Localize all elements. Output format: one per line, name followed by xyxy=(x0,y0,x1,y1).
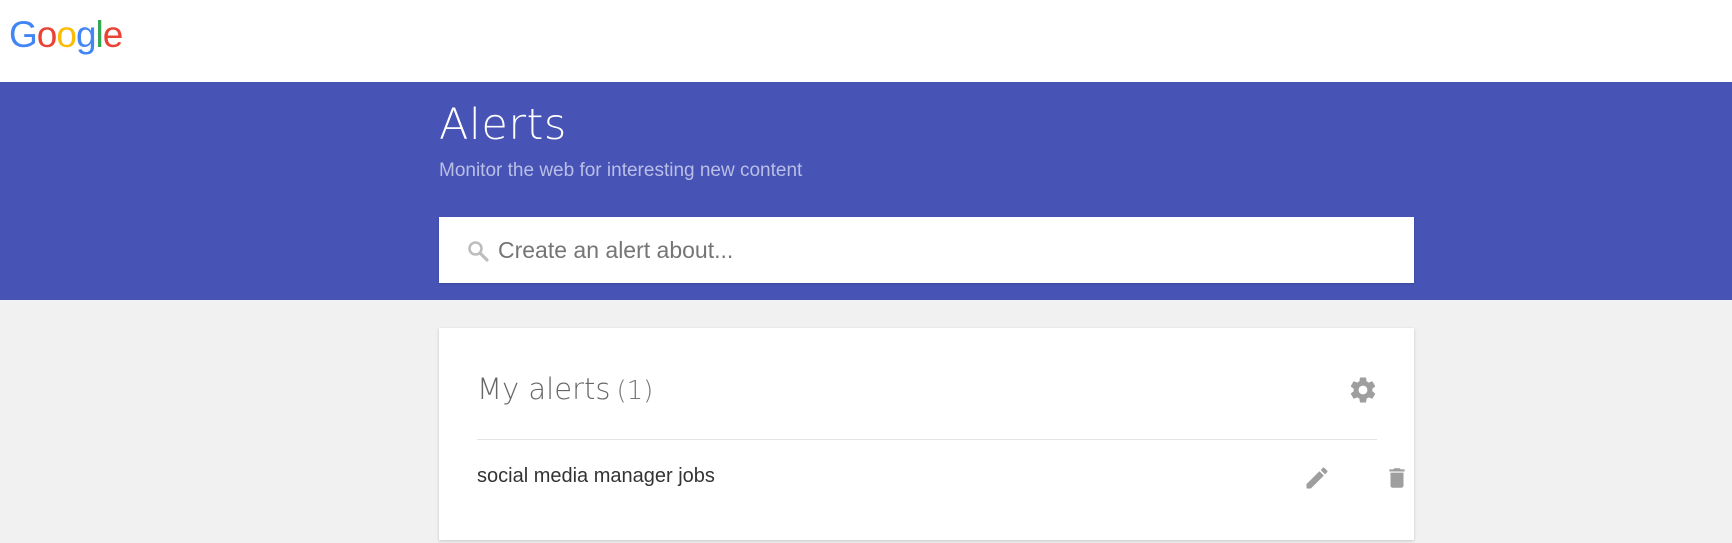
gear-icon[interactable] xyxy=(1348,375,1378,405)
page-title: Alerts xyxy=(439,100,567,150)
trash-icon[interactable] xyxy=(1384,464,1410,492)
create-alert-input[interactable] xyxy=(498,217,1398,283)
alerts-count: (1) xyxy=(616,376,654,406)
pencil-icon[interactable] xyxy=(1303,464,1331,492)
create-alert-search-box[interactable] xyxy=(439,217,1414,283)
logo-letter: l xyxy=(95,14,104,55)
my-alerts-card: My alerts (1) social media manager jobs xyxy=(439,328,1414,540)
logo-letter: G xyxy=(9,14,38,55)
top-bar: Google xyxy=(0,0,1732,82)
logo-letter: g xyxy=(75,14,97,55)
logo-letter: e xyxy=(102,14,124,55)
logo-letter: o xyxy=(56,14,77,55)
my-alerts-title: My alerts xyxy=(477,372,611,406)
my-alerts-heading: My alerts (1) xyxy=(477,372,653,406)
logo-letter: o xyxy=(36,14,58,55)
search-icon xyxy=(468,241,489,262)
alert-item-label[interactable]: social media manager jobs xyxy=(477,465,715,488)
alert-item[interactable]: social media manager jobs xyxy=(477,440,1405,516)
google-logo[interactable]: Google xyxy=(9,12,124,58)
page-subtitle: Monitor the web for interesting new cont… xyxy=(439,160,803,181)
alerts-header: Alerts Monitor the web for interesting n… xyxy=(0,82,1732,300)
